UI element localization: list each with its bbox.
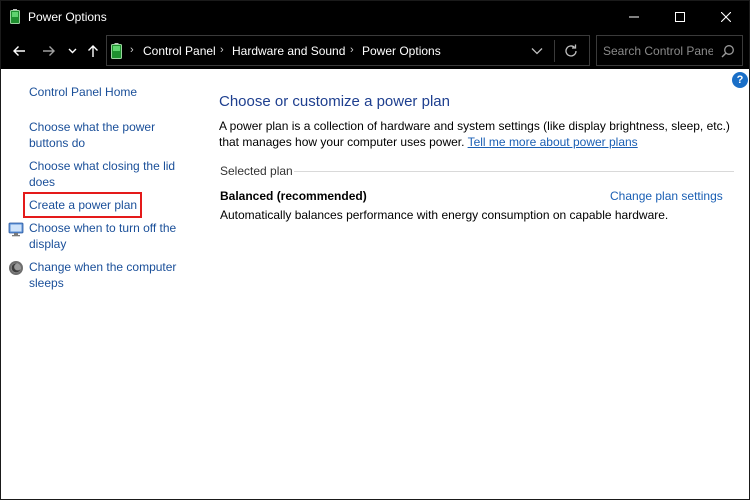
sleep-icon	[9, 261, 23, 275]
close-icon	[721, 11, 731, 22]
address-dropdown-icon[interactable]	[530, 45, 544, 57]
recent-locations-button[interactable]	[65, 41, 79, 61]
forward-button[interactable]	[38, 41, 60, 61]
address-divider	[554, 40, 555, 62]
page-description: A power plan is a collection of hardware…	[219, 119, 739, 150]
sidebar-item-closing-lid[interactable]: Choose what closing the lid does	[29, 159, 189, 190]
back-button[interactable]	[8, 41, 30, 61]
breadcrumb-separator-icon[interactable]: ›	[220, 44, 224, 56]
battery-icon	[10, 9, 20, 24]
content-area: ? Control Panel Home Choose what the pow…	[1, 69, 749, 499]
minimize-button[interactable]	[611, 1, 657, 32]
help-icon[interactable]: ?	[732, 72, 748, 88]
maximize-button[interactable]	[657, 1, 703, 32]
change-plan-settings-link[interactable]: Change plan settings	[610, 189, 723, 203]
search-box[interactable]	[596, 35, 743, 66]
sidebar-item-power-buttons[interactable]: Choose what the power buttons do	[29, 120, 189, 151]
power-options-window: Power Options › Control Panel › Hardware…	[0, 0, 750, 500]
section-label-selected-plan: Selected plan	[220, 164, 293, 178]
window-title: Power Options	[28, 10, 107, 24]
breadcrumb-separator-icon[interactable]: ›	[130, 44, 134, 56]
navigation-bar: › Control Panel › Hardware and Sound › P…	[1, 32, 749, 69]
search-icon[interactable]	[721, 44, 735, 58]
display-icon	[8, 222, 24, 237]
minimize-icon	[629, 16, 639, 17]
arrow-left-icon	[13, 46, 25, 56]
section-divider	[294, 171, 734, 172]
sidebar-item-turn-off-display[interactable]: Choose when to turn off the display	[29, 221, 189, 252]
arrow-right-icon	[43, 46, 55, 56]
sidebar-item-create-power-plan[interactable]: Create a power plan	[29, 198, 189, 214]
plan-description: Automatically balances performance with …	[220, 208, 669, 222]
up-button[interactable]	[83, 41, 103, 61]
breadcrumb-hardware-and-sound[interactable]: Hardware and Sound	[232, 44, 345, 58]
breadcrumb-control-panel[interactable]: Control Panel	[143, 44, 216, 58]
address-bar[interactable]: › Control Panel › Hardware and Sound › P…	[106, 35, 590, 66]
sidebar-item-computer-sleeps[interactable]: Change when the computer sleeps	[29, 260, 189, 291]
plan-name: Balanced (recommended)	[220, 189, 367, 203]
maximize-icon	[675, 11, 685, 22]
arrow-up-icon	[88, 45, 98, 57]
learn-more-link[interactable]: Tell me more about power plans	[468, 135, 638, 149]
search-input[interactable]	[603, 43, 713, 59]
breadcrumb-separator-icon[interactable]: ›	[350, 44, 354, 56]
close-button[interactable]	[703, 1, 749, 32]
breadcrumb-power-options[interactable]: Power Options	[362, 44, 441, 58]
title-bar[interactable]: Power Options	[1, 1, 749, 32]
refresh-icon[interactable]	[563, 43, 579, 59]
page-title: Choose or customize a power plan	[219, 93, 450, 110]
battery-icon	[111, 43, 122, 59]
chevron-down-icon	[68, 48, 76, 54]
sidebar-control-panel-home[interactable]: Control Panel Home	[29, 85, 189, 101]
